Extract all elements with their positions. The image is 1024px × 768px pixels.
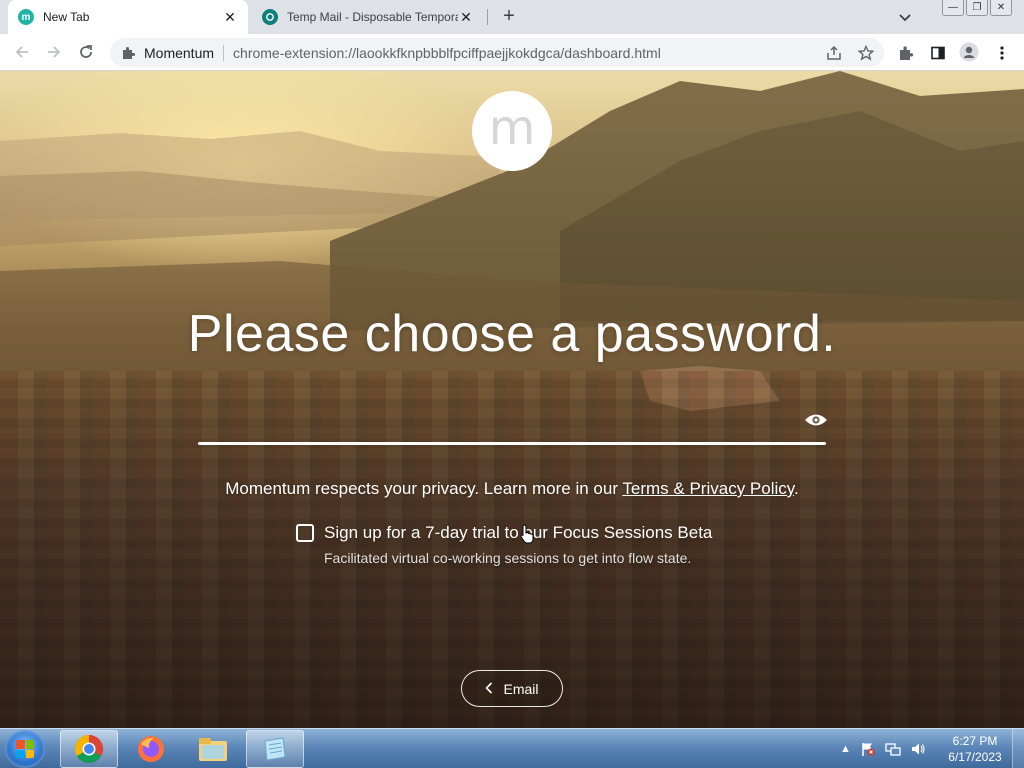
signup-label: Sign up for a 7-day trial to our Focus S… — [324, 523, 713, 542]
browser-toolbar: Momentum chrome-extension://laookkfknpbb… — [0, 34, 1024, 71]
new-tab-button[interactable]: + — [498, 6, 520, 28]
tab-search-chevron-icon[interactable] — [896, 8, 914, 26]
profile-avatar-icon[interactable] — [959, 42, 979, 62]
taskbar-firefox[interactable] — [122, 730, 180, 768]
signup-description: Facilitated virtual co-working sessions … — [324, 550, 692, 566]
url-text: chrome-extension://laookkfknpbbblfpciffp… — [233, 44, 661, 61]
focus-sessions-signup[interactable]: Sign up for a 7-day trial to our Focus S… — [296, 523, 712, 543]
share-icon[interactable] — [824, 43, 844, 63]
terms-privacy-link[interactable]: Terms & Privacy Policy — [622, 479, 794, 498]
password-underline — [198, 442, 826, 445]
taskbar-notepad[interactable] — [246, 730, 304, 768]
mouse-pointer-hand-icon — [520, 524, 534, 544]
password-input[interactable] — [198, 401, 798, 439]
close-tab-icon[interactable]: ✕ — [458, 9, 474, 25]
show-password-eye-icon[interactable] — [804, 411, 828, 429]
back-button-label: Email — [503, 680, 539, 697]
clock-time: 6:27 PM — [952, 734, 998, 748]
privacy-period: . — [794, 479, 799, 498]
privacy-text: Momentum respects your privacy. Learn mo… — [225, 479, 623, 498]
close-window-button[interactable]: ✕ — [990, 0, 1012, 16]
taskbar-explorer[interactable] — [184, 730, 242, 768]
chrome-icon — [75, 735, 103, 763]
address-divider — [223, 44, 225, 61]
page-title: Please choose a password. — [187, 305, 837, 363]
back-to-email-button[interactable]: Email — [461, 670, 563, 707]
tab-temp-mail[interactable]: Temp Mail - Disposable Tempora ✕ — [252, 0, 484, 34]
address-bar[interactable]: Momentum chrome-extension://laookkfknpbb… — [110, 38, 884, 67]
momentum-favicon-icon: m — [18, 9, 34, 25]
windows-logo-icon — [16, 740, 34, 758]
side-panel-icon[interactable] — [928, 43, 948, 63]
momentum-logo: m — [472, 91, 552, 171]
taskbar-clock[interactable]: 6:27 PM 6/17/2023 — [940, 733, 1010, 765]
minimize-button[interactable]: — — [942, 0, 964, 16]
bookmark-star-icon[interactable] — [856, 43, 876, 63]
firefox-icon — [138, 736, 164, 762]
back-arrow-icon[interactable] — [12, 42, 32, 62]
privacy-notice: Momentum respects your privacy. Learn mo… — [0, 479, 1024, 499]
action-center-flag-icon[interactable] — [860, 741, 876, 757]
volume-icon[interactable] — [910, 741, 926, 757]
notepad-icon — [264, 737, 286, 761]
momentum-dashboard: m Please choose a password. Momentum res… — [0, 71, 1024, 728]
kebab-menu-icon[interactable] — [992, 43, 1012, 63]
clock-date: 6/17/2023 — [948, 750, 1002, 764]
close-tab-icon[interactable]: ✕ — [222, 9, 238, 25]
temp-mail-favicon-icon — [262, 9, 278, 25]
forward-arrow-icon[interactable] — [44, 42, 64, 62]
tab-separator — [487, 9, 488, 25]
window-controls: — ❐ ✕ — [942, 0, 1012, 16]
show-desktop-button[interactable] — [1012, 729, 1024, 768]
restore-button[interactable]: ❐ — [966, 0, 988, 16]
taskbar-chrome[interactable] — [60, 730, 118, 768]
extension-puzzle-icon — [120, 45, 136, 61]
tab-new-tab[interactable]: m New Tab ✕ — [8, 0, 248, 34]
reload-icon[interactable] — [76, 42, 96, 62]
site-name: Momentum — [144, 44, 215, 61]
logo-letter: m — [488, 100, 536, 156]
tab-strip: m New Tab ✕ Temp Mail - Disposable Tempo… — [0, 0, 1024, 34]
tab-title: New Tab — [43, 10, 90, 24]
windows-taskbar: ▲ 6:27 PM 6/17/2023 — [0, 728, 1024, 768]
extensions-puzzle-icon[interactable] — [896, 43, 916, 63]
signup-checkbox[interactable] — [296, 524, 314, 542]
folder-icon — [199, 738, 227, 761]
start-button[interactable] — [5, 730, 45, 768]
chevron-left-icon — [485, 681, 493, 697]
tab-title: Temp Mail - Disposable Tempora — [287, 10, 458, 24]
show-hidden-icons-icon[interactable]: ▲ — [840, 743, 851, 755]
network-icon[interactable] — [885, 741, 901, 757]
system-tray: ▲ — [840, 729, 926, 768]
